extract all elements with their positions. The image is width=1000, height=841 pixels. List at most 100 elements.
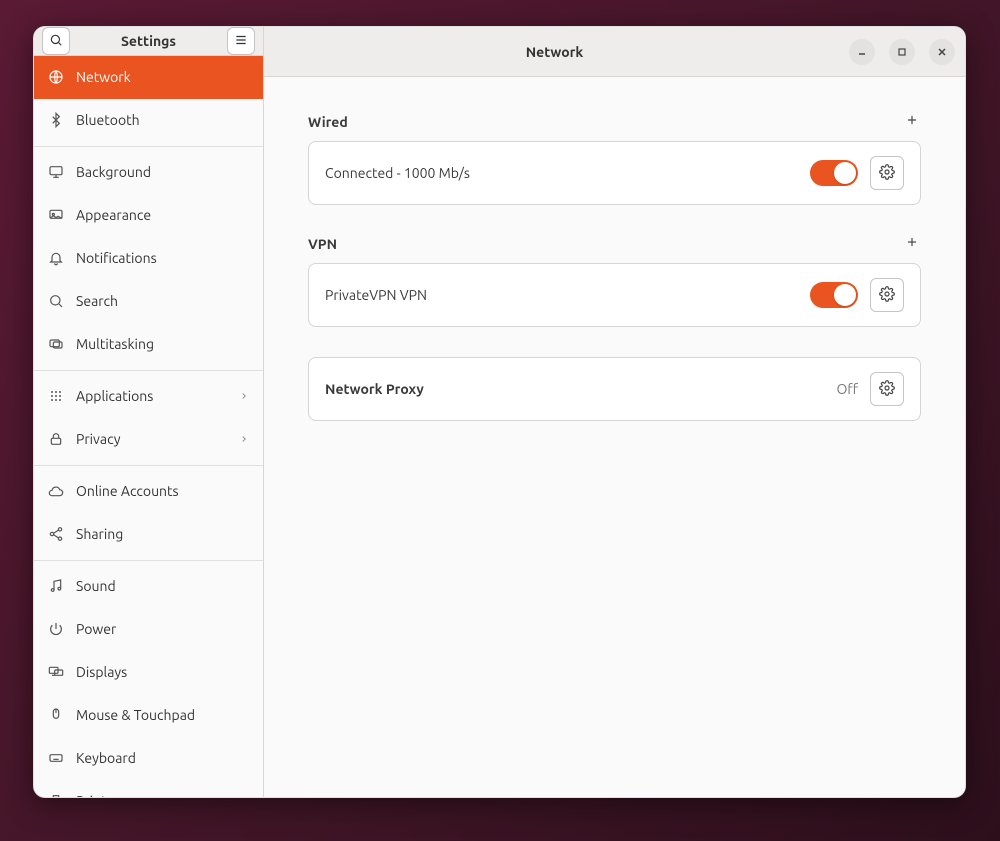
cloud-icon	[48, 483, 64, 499]
sidebar-item-printers[interactable]: Printers	[34, 780, 263, 798]
sidebar-item-label: Applications	[76, 388, 153, 404]
search-icon	[48, 293, 64, 309]
vpn-row: PrivateVPN VPN	[309, 264, 920, 326]
power-icon	[48, 621, 64, 637]
sidebar-item-label: Notifications	[76, 250, 157, 266]
nav-separator	[34, 560, 263, 561]
gear-icon	[879, 164, 895, 183]
sidebar-item-label: Bluetooth	[76, 112, 140, 128]
vpn-section-header: VPN	[308, 235, 921, 253]
close-button[interactable]	[929, 39, 955, 65]
sidebar-item-mouse-touchpad[interactable]: Mouse & Touchpad	[34, 694, 263, 737]
settings-window: Settings Network Bluetooth Background Appea…	[33, 26, 966, 798]
sidebar-item-applications[interactable]: Applications	[34, 375, 263, 418]
share-icon	[48, 526, 64, 542]
chevron-right-icon	[239, 388, 249, 404]
printer-icon	[48, 793, 64, 798]
gear-icon	[879, 380, 895, 399]
proxy-card: Network Proxy Off	[308, 357, 921, 421]
vpn-name: PrivateVPN VPN	[325, 287, 798, 303]
plus-icon	[905, 113, 919, 131]
grid-icon	[48, 388, 64, 404]
sidebar-item-label: Appearance	[76, 207, 151, 223]
sidebar-item-label: Keyboard	[76, 750, 136, 766]
sidebar-item-sound[interactable]: Sound	[34, 565, 263, 608]
minimize-icon	[857, 43, 867, 61]
sidebar-item-search[interactable]: Search	[34, 280, 263, 323]
sidebar-item-displays[interactable]: Displays	[34, 651, 263, 694]
sidebar-item-label: Network	[76, 69, 131, 85]
proxy-status: Off	[836, 381, 858, 397]
sidebar-item-power[interactable]: Power	[34, 608, 263, 651]
vpn-heading: VPN	[308, 236, 337, 252]
close-icon	[937, 43, 947, 61]
sidebar-item-label: Privacy	[76, 431, 120, 447]
sidebar-item-label: Printers	[76, 793, 126, 798]
main-header: Network	[264, 27, 965, 77]
wired-card: Connected - 1000 Mb/s	[308, 141, 921, 205]
sidebar-title: Settings	[76, 33, 221, 49]
keyboard-icon	[48, 750, 64, 766]
sidebar-item-label: Power	[76, 621, 116, 637]
sidebar-item-keyboard[interactable]: Keyboard	[34, 737, 263, 780]
bell-icon	[48, 250, 64, 266]
globe-icon	[48, 69, 64, 85]
hamburger-button[interactable]	[227, 27, 255, 55]
page-title: Network	[274, 44, 835, 60]
vpn-settings-button[interactable]	[870, 278, 904, 312]
displays-icon	[48, 664, 64, 680]
sidebar-item-bluetooth[interactable]: Bluetooth	[34, 99, 263, 142]
sidebar-item-network[interactable]: Network	[34, 56, 263, 99]
sidebar-item-label: Sharing	[76, 526, 123, 542]
nav-separator	[34, 146, 263, 147]
nav-separator	[34, 370, 263, 371]
maximize-button[interactable]	[889, 39, 915, 65]
wired-toggle[interactable]	[810, 160, 858, 186]
appearance-icon	[48, 207, 64, 223]
monitor-icon	[48, 164, 64, 180]
vpn-card: PrivateVPN VPN	[308, 263, 921, 327]
sidebar-item-privacy[interactable]: Privacy	[34, 418, 263, 461]
gear-icon	[879, 286, 895, 305]
sidebar-item-label: Displays	[76, 664, 127, 680]
chevron-right-icon	[239, 431, 249, 447]
sidebar-item-label: Sound	[76, 578, 116, 594]
content-area: Wired Connected - 1000 Mb/s VPN	[264, 77, 965, 457]
note-icon	[48, 578, 64, 594]
nav-separator	[34, 465, 263, 466]
proxy-settings-button[interactable]	[870, 372, 904, 406]
sidebar-item-sharing[interactable]: Sharing	[34, 513, 263, 556]
proxy-row: Network Proxy Off	[309, 358, 920, 420]
wired-row: Connected - 1000 Mb/s	[309, 142, 920, 204]
sidebar-item-label: Mouse & Touchpad	[76, 707, 195, 723]
sidebar-item-background[interactable]: Background	[34, 151, 263, 194]
maximize-icon	[897, 43, 907, 61]
sidebar-item-label: Online Accounts	[76, 483, 179, 499]
wired-settings-button[interactable]	[870, 156, 904, 190]
bluetooth-icon	[48, 112, 64, 128]
sidebar-item-appearance[interactable]: Appearance	[34, 194, 263, 237]
sidebar: Settings Network Bluetooth Background Appea…	[34, 27, 264, 797]
main-panel: Network Wired Connected - 1000 Mb/s	[264, 27, 965, 797]
sidebar-header: Settings	[34, 27, 263, 56]
wired-section-header: Wired	[308, 113, 921, 131]
add-vpn-button[interactable]	[903, 235, 921, 253]
lock-icon	[48, 431, 64, 447]
wired-status: Connected - 1000 Mb/s	[325, 165, 798, 181]
search-icon	[49, 33, 63, 50]
proxy-heading: Network Proxy	[325, 381, 824, 397]
minimize-button[interactable]	[849, 39, 875, 65]
sidebar-item-label: Background	[76, 164, 151, 180]
sidebar-item-notifications[interactable]: Notifications	[34, 237, 263, 280]
multitask-icon	[48, 336, 64, 352]
sidebar-item-label: Search	[76, 293, 118, 309]
sidebar-item-multitasking[interactable]: Multitasking	[34, 323, 263, 366]
vpn-toggle[interactable]	[810, 282, 858, 308]
sidebar-item-label: Multitasking	[76, 336, 154, 352]
add-wired-button[interactable]	[903, 113, 921, 131]
mouse-icon	[48, 707, 64, 723]
hamburger-icon	[234, 33, 248, 50]
sidebar-item-online-accounts[interactable]: Online Accounts	[34, 470, 263, 513]
search-button[interactable]	[42, 27, 70, 55]
wired-heading: Wired	[308, 114, 348, 130]
